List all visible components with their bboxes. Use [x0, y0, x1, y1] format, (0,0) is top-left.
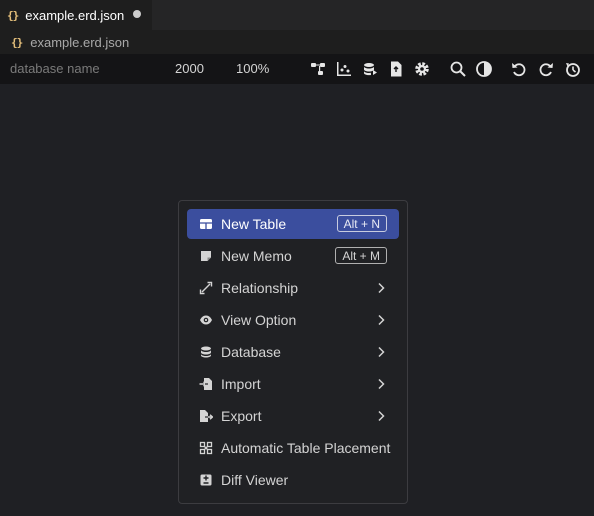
shortcut-badge: Alt + M	[335, 247, 387, 264]
chevron-right-icon	[375, 410, 387, 422]
relationship-icon	[199, 281, 213, 295]
export-file-icon[interactable]	[387, 60, 405, 78]
menu-item-import[interactable]: Import	[187, 369, 399, 399]
history-icon[interactable]	[564, 60, 582, 78]
export-icon	[199, 409, 213, 423]
menu-item-new-table[interactable]: New Table Alt + N	[187, 209, 399, 239]
menu-item-label: Diff Viewer	[221, 472, 289, 488]
eye-icon	[199, 313, 213, 327]
menu-item-new-memo[interactable]: New Memo Alt + M	[187, 241, 399, 271]
tab-example-erd-json[interactable]: {} example.erd.json	[0, 0, 152, 30]
breadcrumb-file[interactable]: example.erd.json	[30, 35, 129, 50]
menu-item-relationship[interactable]: Relationship	[187, 273, 399, 303]
database-name-input[interactable]: database name	[10, 54, 100, 84]
diff-icon	[199, 473, 213, 487]
curly-braces-json-icon: {}	[7, 8, 19, 22]
database-icon	[199, 345, 213, 359]
chevron-right-icon	[375, 346, 387, 358]
menu-item-label: View Option	[221, 312, 297, 328]
menu-item-diff-viewer[interactable]: Diff Viewer	[187, 465, 399, 495]
unsaved-dot-icon[interactable]	[133, 10, 141, 18]
chevron-right-icon	[375, 282, 387, 294]
relationship-tree-icon[interactable]	[309, 60, 327, 78]
chevron-right-icon	[375, 378, 387, 390]
database-import-icon[interactable]	[361, 60, 379, 78]
context-menu: New Table Alt + N New Memo Alt + M Relat…	[178, 200, 408, 504]
menu-item-label: Relationship	[221, 280, 299, 296]
erd-toolbar: database name 2000 100%	[0, 54, 594, 84]
menu-item-label: Database	[221, 344, 281, 360]
visualization-chart-icon[interactable]	[335, 60, 353, 78]
menu-item-automatic-table-placement[interactable]: Automatic Table Placement	[187, 433, 399, 463]
memo-icon	[199, 249, 213, 263]
zoom-level-input[interactable]: 100%	[236, 54, 269, 84]
search-icon[interactable]	[449, 60, 467, 78]
redo-icon[interactable]	[537, 60, 555, 78]
menu-item-label: New Memo	[221, 248, 292, 264]
theme-contrast-icon[interactable]	[475, 60, 493, 78]
breadcrumb: {} example.erd.json	[0, 30, 594, 54]
menu-item-view-option[interactable]: View Option	[187, 305, 399, 335]
menu-item-database[interactable]: Database	[187, 337, 399, 367]
canvas-size-input[interactable]: 2000	[175, 54, 204, 84]
editor-tab-bar: {} example.erd.json	[0, 0, 594, 30]
menu-item-label: New Table	[221, 216, 287, 232]
undo-icon[interactable]	[510, 60, 528, 78]
tab-title: example.erd.json	[25, 7, 125, 23]
auto-placement-icon	[199, 441, 213, 455]
menu-item-label: Export	[221, 408, 262, 424]
menu-item-export[interactable]: Export	[187, 401, 399, 431]
shortcut-badge: Alt + N	[336, 215, 387, 232]
settings-gear-icon[interactable]	[413, 60, 431, 78]
chevron-right-icon	[375, 314, 387, 326]
curly-braces-json-icon: {}	[11, 35, 23, 49]
menu-item-label: Automatic Table Placement	[221, 440, 391, 456]
menu-item-label: Import	[221, 376, 261, 392]
import-icon	[199, 377, 213, 391]
table-icon	[199, 217, 213, 231]
